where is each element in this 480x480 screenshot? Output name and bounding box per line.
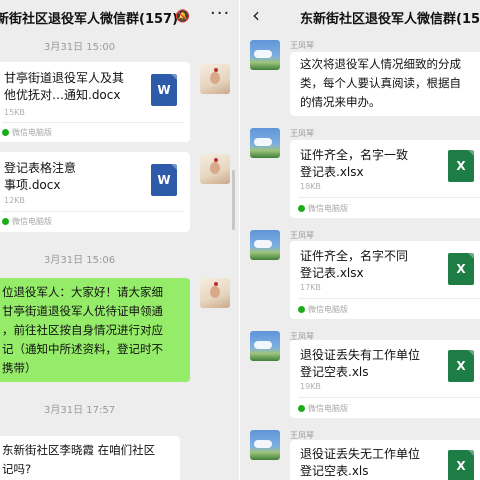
chat-title: 东新街社区退役军人微信群(15 bbox=[300, 12, 480, 27]
avatar[interactable] bbox=[200, 64, 230, 94]
file-name-line2: 登记表.xlsx bbox=[300, 266, 364, 280]
avatar[interactable] bbox=[200, 278, 230, 308]
avatar[interactable] bbox=[250, 128, 280, 158]
file-size: 15KB bbox=[4, 108, 25, 117]
avatar-detail bbox=[254, 240, 272, 248]
avatar-detail bbox=[254, 138, 272, 146]
file-name-line1: 甘亭街道退役军人及其 bbox=[4, 71, 125, 85]
message-line: 记吗? bbox=[2, 462, 32, 476]
file-name-line1: 退役证丢失有工作单位 bbox=[300, 348, 421, 362]
message-line: 类，每个人要认真阅读，根据自 bbox=[300, 76, 461, 90]
source-text: 微信电脑版 bbox=[308, 305, 348, 314]
timestamp: 3月31日 15:00 bbox=[44, 42, 116, 53]
divider bbox=[2, 211, 184, 212]
file-name-line2: 登记表.xlsx bbox=[300, 165, 364, 179]
source-text: 微信电脑版 bbox=[12, 217, 52, 226]
file-message[interactable]: 甘亭街道退役军人及其 他优抚对…通知.docx 15KB W 微信电脑版 bbox=[0, 62, 190, 142]
avatar[interactable] bbox=[250, 430, 280, 460]
divider bbox=[2, 122, 184, 123]
file-message[interactable]: 退役证丢失有工作单位 登记空表.xls 19KB X 微信电脑版 bbox=[290, 340, 480, 418]
chat-header: ‹ 东新街社区退役军人微信群(15 bbox=[240, 0, 480, 34]
file-name-line2: 事项.docx bbox=[4, 178, 61, 192]
avatar-detail bbox=[210, 72, 220, 84]
source-text: 微信电脑版 bbox=[308, 404, 348, 413]
source-label: 微信电脑版 bbox=[298, 304, 348, 315]
excel-file-icon: X bbox=[448, 350, 474, 382]
back-chevron-icon[interactable]: ‹ bbox=[252, 3, 260, 27]
file-name-line1: 退役证丢失无工作单位 bbox=[300, 447, 421, 461]
chat-pane-left: 新街社区退役军人微信群(157) 🔕 ··· 3月31日 15:00 甘亭街道退… bbox=[0, 0, 240, 480]
avatar[interactable] bbox=[250, 230, 280, 260]
source-label: 微信电脑版 bbox=[2, 127, 52, 138]
file-message[interactable]: 登记表格注意 事项.docx 12KB W 微信电脑版 bbox=[0, 152, 190, 232]
file-message[interactable]: 退役证丢失无工作单位 登记空表.xls X bbox=[290, 440, 480, 480]
sender-name: 王凤琴 bbox=[290, 41, 314, 50]
file-name-line1: 证件齐全，名字一致 bbox=[300, 148, 409, 162]
source-label: 微信电脑版 bbox=[298, 203, 348, 214]
message-line: 记（通知中所述资料，登记时不 bbox=[2, 342, 163, 356]
file-name-line2: 他优抚对…通知.docx bbox=[4, 88, 121, 102]
excel-file-icon: X bbox=[448, 450, 474, 480]
word-file-icon: W bbox=[151, 164, 177, 196]
chat-title: 新街社区退役军人微信群(157) bbox=[0, 12, 179, 27]
message-line: 位退役军人：大家好！请大家细 bbox=[2, 285, 163, 299]
divider bbox=[298, 298, 480, 299]
avatar[interactable] bbox=[250, 40, 280, 70]
source-label: 微信电脑版 bbox=[298, 403, 348, 414]
file-name-line1: 证件齐全，名字不同 bbox=[300, 249, 409, 263]
chat-pane-right: ‹ 东新街社区退役军人微信群(15 王凤琴 这次将退役军人情况细致的分成 类，每… bbox=[240, 0, 480, 480]
wechat-pc-icon bbox=[2, 218, 9, 225]
avatar-detail bbox=[210, 286, 220, 298]
message-line: 甘亭街道退役军人优待证申领通 bbox=[2, 304, 163, 318]
sender-name: 王凤琴 bbox=[290, 129, 314, 138]
avatar-detail bbox=[210, 162, 220, 174]
message-line: 这次将退役军人情况细致的分成 bbox=[300, 57, 461, 71]
wechat-pc-icon bbox=[298, 306, 305, 313]
word-file-icon: W bbox=[151, 74, 177, 106]
avatar[interactable] bbox=[250, 331, 280, 361]
avatar-detail bbox=[254, 440, 272, 448]
excel-file-icon: X bbox=[448, 150, 474, 182]
outgoing-message-bubble[interactable]: 位退役军人：大家好！请大家细 甘亭街道退役军人优待证申领通 ，前往社区按自身情况… bbox=[0, 278, 190, 382]
source-text: 微信电脑版 bbox=[308, 204, 348, 213]
avatar-detail bbox=[254, 50, 272, 58]
file-message[interactable]: 证件齐全，名字一致 登记表.xlsx 18KB X 微信电脑版 bbox=[290, 140, 480, 218]
source-label: 微信电脑版 bbox=[2, 216, 52, 227]
avatar[interactable] bbox=[200, 154, 230, 184]
excel-file-icon: X bbox=[448, 253, 474, 285]
wechat-pc-icon bbox=[2, 129, 9, 136]
file-size: 12KB bbox=[4, 196, 25, 205]
timestamp: 3月31日 15:06 bbox=[44, 255, 116, 266]
message-line: 携带） bbox=[2, 361, 37, 375]
chat-header: 新街社区退役军人微信群(157) 🔕 ··· bbox=[0, 0, 240, 34]
file-size: 19KB bbox=[300, 382, 321, 391]
file-name-line2: 登记空表.xls bbox=[300, 365, 369, 379]
file-size: 18KB bbox=[300, 182, 321, 191]
file-name-line2: 登记空表.xls bbox=[300, 464, 369, 478]
file-message[interactable]: 证件齐全，名字不同 登记表.xlsx 17KB X 微信电脑版 bbox=[290, 241, 480, 319]
file-size: 17KB bbox=[300, 283, 321, 292]
file-name-line1: 登记表格注意 bbox=[4, 161, 77, 175]
scrollbar[interactable] bbox=[232, 170, 235, 230]
message-line: 的情况来申办。 bbox=[300, 95, 381, 109]
incoming-message-bubble[interactable]: 这次将退役军人情况细致的分成 类，每个人要认真阅读，根据自 的情况来申办。 bbox=[290, 52, 480, 116]
wechat-pc-icon bbox=[298, 405, 305, 412]
muted-bell-icon: 🔕 bbox=[175, 9, 190, 23]
divider bbox=[298, 197, 480, 198]
message-line: 东新街社区李晓霞 在咱们社区 bbox=[2, 443, 156, 457]
wechat-pc-icon bbox=[298, 205, 305, 212]
source-text: 微信电脑版 bbox=[12, 128, 52, 137]
more-options-icon[interactable]: ··· bbox=[210, 3, 230, 24]
sender-name: 王凤琴 bbox=[290, 231, 314, 240]
timestamp: 3月31日 17:57 bbox=[44, 405, 116, 416]
divider bbox=[298, 397, 480, 398]
message-line: ，前往社区按自身情况进行对应 bbox=[2, 323, 163, 337]
avatar-detail bbox=[254, 341, 272, 349]
incoming-message-bubble[interactable]: 东新街社区李晓霞 在咱们社区 记吗? bbox=[0, 436, 180, 480]
